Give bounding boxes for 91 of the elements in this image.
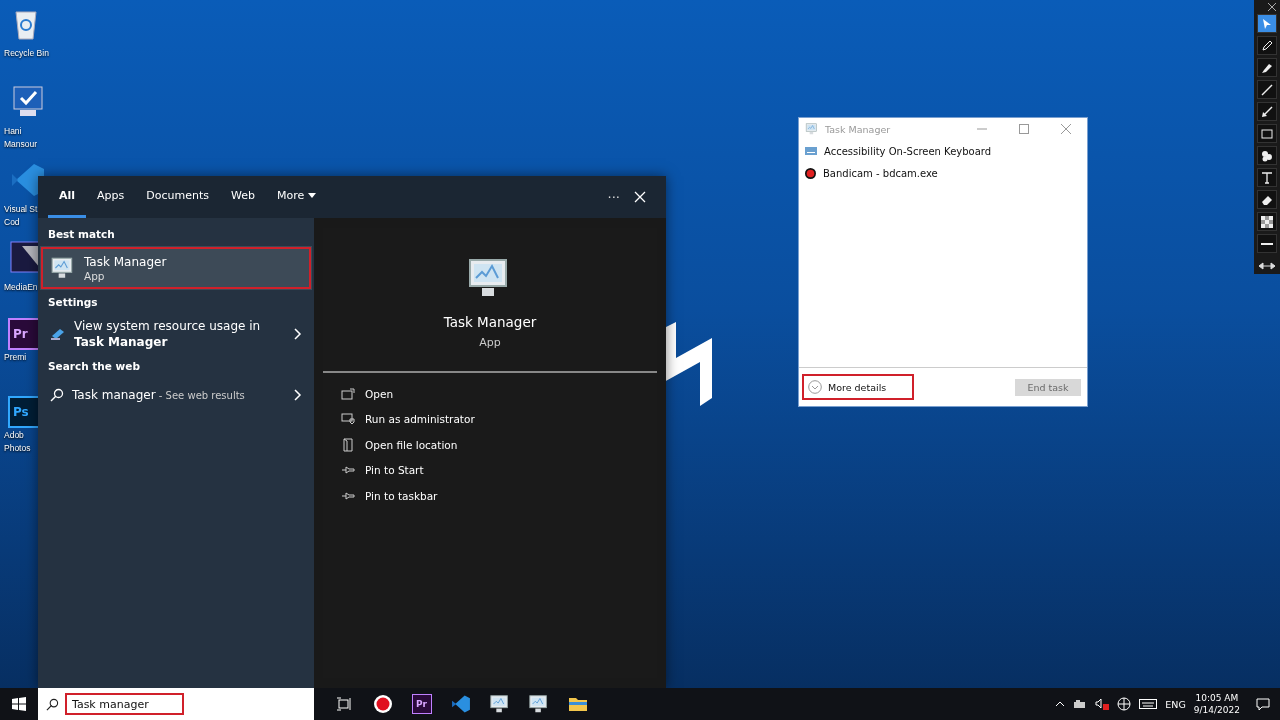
chevron-right-icon bbox=[294, 389, 302, 401]
notification-icon[interactable] bbox=[1256, 697, 1270, 711]
action-item[interactable]: Pin to taskbar bbox=[323, 483, 657, 509]
action-item[interactable]: Pin to Start bbox=[323, 457, 657, 483]
result-title: View system resource usage in Task Manager bbox=[74, 318, 262, 350]
search-tab[interactable]: Apps bbox=[86, 176, 136, 218]
search-icon bbox=[46, 697, 59, 711]
search-tab[interactable]: More bbox=[266, 176, 328, 218]
clock[interactable]: 10:05 AM 9/14/2022 bbox=[1193, 692, 1240, 716]
line-width-icon bbox=[1261, 241, 1273, 246]
record-icon[interactable] bbox=[372, 694, 393, 714]
tool-button[interactable] bbox=[1257, 190, 1277, 209]
line-icon bbox=[1261, 83, 1273, 96]
text-tool-icon bbox=[1261, 171, 1273, 184]
maximize-icon[interactable] bbox=[1019, 124, 1029, 134]
search-icon bbox=[50, 388, 64, 402]
result-title: Task manager - See web results bbox=[72, 386, 246, 404]
monitor-icon bbox=[527, 693, 550, 715]
action-item[interactable]: Open file location bbox=[323, 432, 657, 458]
search-tab[interactable]: Documents bbox=[135, 176, 220, 218]
chevron-up-icon[interactable] bbox=[1055, 701, 1066, 707]
rectangle-icon bbox=[1261, 128, 1273, 139]
preview-subtitle: App bbox=[479, 336, 501, 349]
preview-title: Task Manager bbox=[443, 314, 537, 330]
search-result[interactable]: Task Manager App bbox=[40, 246, 312, 290]
premiere-icon: Pr bbox=[8, 318, 40, 350]
photoshop-icon: Ps bbox=[8, 396, 40, 428]
keyboard-icon bbox=[805, 147, 817, 155]
icon-label: Recycle Bin bbox=[3, 48, 49, 59]
vscode-icon[interactable] bbox=[450, 694, 471, 714]
tool-button[interactable] bbox=[1257, 146, 1277, 165]
app-row[interactable]: Accessibility On-Screen Keyboard bbox=[805, 142, 1081, 160]
globe-icon[interactable] bbox=[1117, 697, 1132, 711]
icon-label: Hani bbox=[3, 126, 22, 137]
monitor-icon bbox=[805, 122, 819, 136]
eraser-icon bbox=[1261, 193, 1273, 206]
search-result[interactable]: View system resource usage in Task Manager bbox=[40, 314, 312, 354]
expand-arrows-icon[interactable] bbox=[1258, 262, 1276, 270]
stamp-icon bbox=[1261, 149, 1273, 162]
more-options-button[interactable]: ··· bbox=[593, 189, 634, 205]
taskbar-search-field[interactable]: Task manager bbox=[38, 688, 314, 720]
chevron-down-icon bbox=[808, 380, 822, 394]
section-heading: Search the web bbox=[47, 359, 141, 374]
icon-label: Adob bbox=[3, 430, 24, 441]
search-text: Task manager bbox=[65, 693, 184, 715]
icon-label: Photos bbox=[3, 443, 31, 454]
action-item[interactable]: Open bbox=[323, 381, 657, 407]
arrow-icon bbox=[1261, 105, 1273, 118]
search-tab[interactable]: Web bbox=[220, 176, 266, 218]
open-icon bbox=[341, 387, 355, 400]
battery-icon[interactable] bbox=[1073, 699, 1088, 709]
tool-button[interactable] bbox=[1257, 168, 1277, 187]
tool-button[interactable] bbox=[1257, 14, 1277, 33]
pointer-icon bbox=[1261, 17, 1273, 30]
tool-button[interactable] bbox=[1257, 36, 1277, 55]
tool-button[interactable] bbox=[1257, 234, 1277, 253]
language-indicator[interactable]: ENG bbox=[1165, 698, 1186, 710]
icon-label: Mansour bbox=[3, 139, 38, 150]
record-icon bbox=[805, 167, 816, 179]
icon-label: MediaEn bbox=[3, 282, 38, 293]
pin-icon bbox=[341, 490, 355, 501]
more-details-button[interactable]: More details bbox=[802, 374, 915, 400]
tool-button[interactable] bbox=[1257, 80, 1277, 99]
icon-label: Premi bbox=[3, 352, 27, 363]
icon-label: Cod bbox=[3, 217, 20, 228]
task-view-icon[interactable] bbox=[335, 696, 352, 712]
section-heading: Best match bbox=[47, 227, 116, 242]
result-title: Task Manager bbox=[84, 254, 168, 270]
highlighter-icon bbox=[1261, 61, 1273, 74]
computer-icon bbox=[488, 693, 511, 715]
close-icon[interactable] bbox=[1268, 3, 1276, 11]
folder-icon[interactable] bbox=[567, 695, 588, 713]
result-subtitle: App bbox=[84, 270, 106, 282]
volume-muted-icon[interactable] bbox=[1095, 698, 1110, 710]
premiere-icon[interactable]: Pr bbox=[411, 694, 432, 714]
pencil-icon bbox=[1261, 39, 1273, 52]
window-title: Task Manager bbox=[825, 123, 892, 135]
app-row[interactable]: Bandicam - bdcam.exe bbox=[805, 164, 1081, 182]
tool-button[interactable] bbox=[1257, 58, 1277, 77]
keyboard-icon[interactable] bbox=[1139, 699, 1158, 709]
windows-icon bbox=[12, 697, 26, 711]
checkerboard-icon bbox=[1261, 215, 1273, 228]
result-hint: - See web results bbox=[157, 389, 245, 401]
tool-button[interactable] bbox=[1257, 212, 1277, 231]
pin-icon bbox=[341, 465, 355, 476]
chevron-right-icon bbox=[294, 328, 302, 340]
section-heading: Settings bbox=[47, 295, 99, 310]
search-result[interactable]: Task manager - See web results bbox=[40, 378, 312, 412]
tool-button[interactable] bbox=[1257, 102, 1277, 121]
action-item[interactable]: Run as administrator bbox=[323, 406, 657, 432]
icon-label: Visual St bbox=[3, 204, 38, 215]
